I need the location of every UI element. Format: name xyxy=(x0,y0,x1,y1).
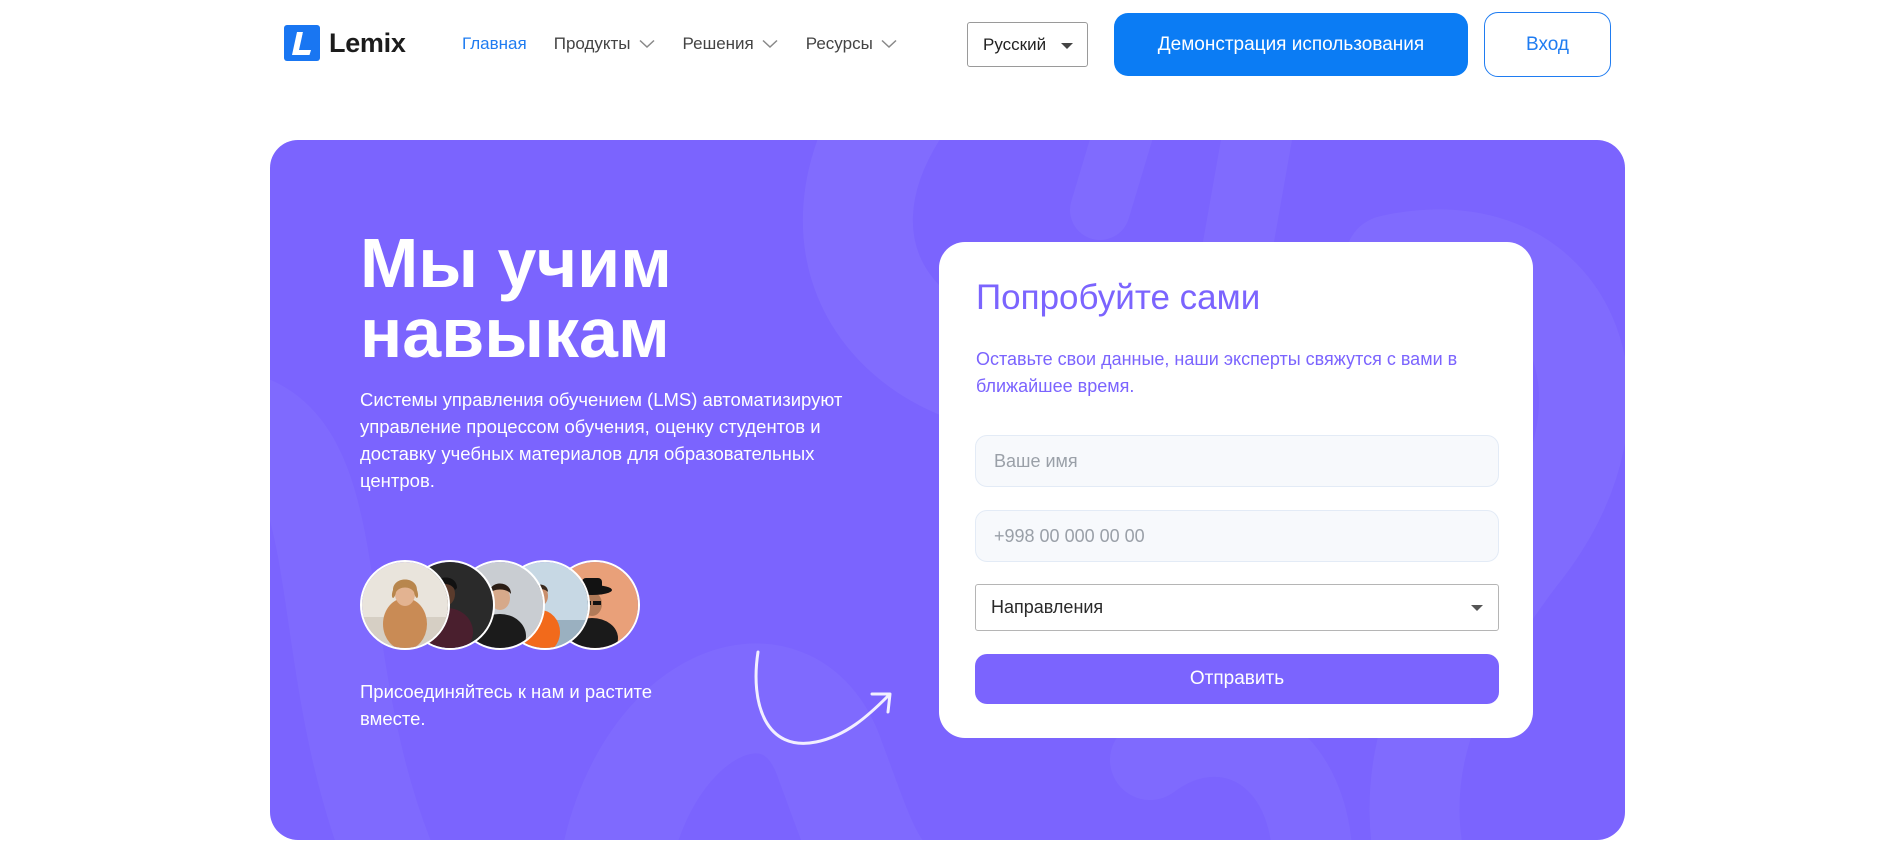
avatar xyxy=(360,560,450,650)
nav-item-label: Продукты xyxy=(553,34,631,53)
nav-item-label: Ресурсы xyxy=(805,34,873,53)
chevron-down-icon xyxy=(762,39,778,49)
nav-item-solutions[interactable]: Решения xyxy=(683,30,778,58)
hero-description: Системы управления обучением (LMS) автом… xyxy=(360,389,843,491)
lemix-logo-icon xyxy=(284,25,320,61)
logo[interactable]: Lemix xyxy=(284,25,406,61)
logo-text: Lemix xyxy=(329,27,406,58)
nav-item-label: Главная xyxy=(462,34,527,53)
hero-title: Мы учим навыкам xyxy=(360,224,672,372)
nav-item-resources[interactable]: Ресурсы xyxy=(806,30,897,58)
caret-down-icon xyxy=(1061,43,1073,49)
direction-select[interactable]: Направления xyxy=(975,584,1499,631)
nav-item-home[interactable]: Главная xyxy=(462,30,527,58)
nav-item-label: Решения xyxy=(682,34,754,53)
name-input[interactable] xyxy=(975,435,1499,487)
chevron-down-icon xyxy=(639,39,655,49)
language-label: Русский xyxy=(983,34,1047,54)
language-select[interactable]: Русский xyxy=(967,22,1088,67)
hero-section: Мы учим навыкам Системы управления обуче… xyxy=(270,140,1625,840)
contact-form-card: Попробуйте сами Оставьте свои данные, на… xyxy=(939,242,1533,738)
curved-arrow-icon xyxy=(754,650,892,745)
form-title: Попробуйте сами xyxy=(976,278,1261,317)
demo-button[interactable]: Демонстрация использования xyxy=(1114,13,1468,76)
nav-item-products[interactable]: Продукты xyxy=(554,30,655,58)
form-subtitle: Оставьте свои данные, наши эксперты свяж… xyxy=(976,349,1458,396)
login-button[interactable]: Вход xyxy=(1484,12,1611,77)
direction-select-value: Направления xyxy=(991,597,1104,617)
phone-input[interactable] xyxy=(975,510,1499,562)
join-text: Присоединяйтесь к нам и растите вместе. xyxy=(360,681,653,729)
main-nav: Главная Продукты Решения Ресурсы xyxy=(462,30,925,58)
site-header: Lemix Главная Продукты Решения Ресурсы Р… xyxy=(0,0,1887,88)
chevron-down-icon xyxy=(881,39,897,49)
submit-button[interactable]: Отправить xyxy=(975,654,1499,704)
caret-down-icon xyxy=(1471,605,1483,611)
